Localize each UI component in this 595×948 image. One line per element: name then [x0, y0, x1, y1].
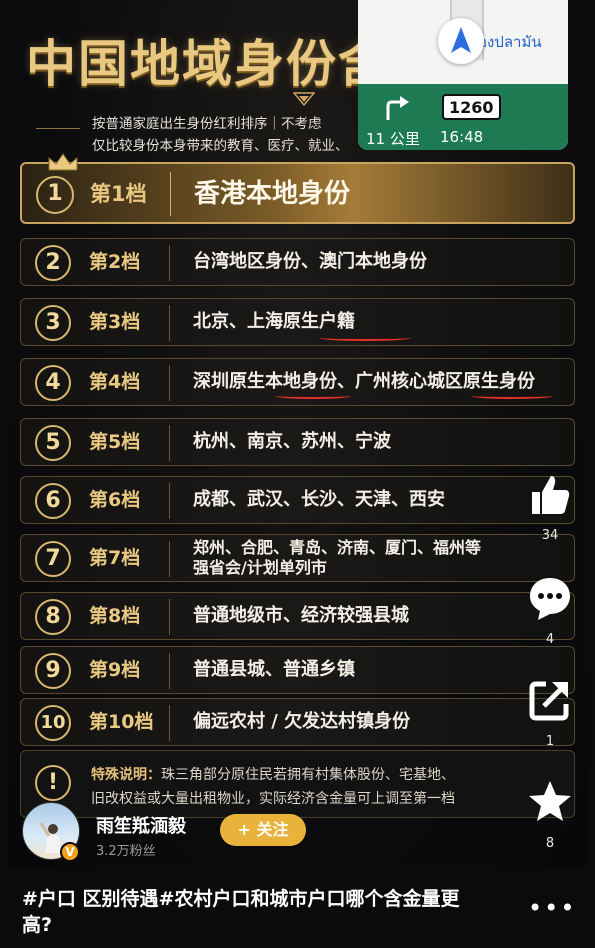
- tier-rank: 第2档: [89, 251, 141, 273]
- tier-number: 9: [35, 653, 71, 689]
- crown-icon: [48, 153, 78, 171]
- red-underline-mark: [275, 393, 351, 399]
- subtitle-divider: [36, 128, 80, 129]
- tier-row-1: 1 第1档 香港本地身份: [20, 153, 575, 224]
- tier-description: 台湾地区身份、澳门本地身份: [193, 251, 427, 272]
- tier-description: 郑州、合肥、青岛、济南、厦门、福州等 强省会/计划单列市: [193, 535, 481, 581]
- notice-label: 特殊说明：: [91, 767, 161, 783]
- notice-text: 特殊说明：珠三角部分原住民若拥有村集体股份、宅基地、 旧改权益或大量出租物业，实…: [91, 763, 571, 811]
- notice-line-1: 珠三角部分原住民若拥有村集体股份、宅基地、: [161, 767, 455, 783]
- verified-badge: V: [60, 842, 80, 862]
- tier-row-3: 3 第3档 北京、上海原生户籍: [20, 298, 575, 346]
- tier-description-line-2: 强省会/计划单列市: [193, 558, 327, 577]
- tier-row-5: 5 第5档 杭州、南京、苏州、宁波: [20, 418, 575, 466]
- tier-row-7: 7 第7档 郑州、合肥、青岛、济南、厦门、福州等 强省会/计划单列市: [20, 534, 575, 582]
- special-notice: ! 特殊说明：珠三角部分原住民若拥有村集体股份、宅基地、 旧改权益或大量出租物业…: [20, 750, 575, 818]
- tier-number: 2: [35, 245, 71, 281]
- tier-number: 7: [35, 541, 71, 577]
- road-number-shield: 1260: [442, 94, 501, 120]
- tier-divider: [169, 705, 170, 741]
- share-button[interactable]: 1: [520, 676, 580, 749]
- author-name[interactable]: 雨笙羝湎毅: [96, 812, 186, 838]
- arrival-time: 16:48: [440, 128, 484, 146]
- tier-rank: 第6档: [89, 489, 141, 511]
- notice-line-2: 旧改权益或大量出租物业，实际经济含金量可上调至第一档: [91, 791, 455, 807]
- post-caption[interactable]: #户口 区别待遇#农村户口和城市户口哪个含金量更高?: [22, 886, 482, 938]
- tier-description: 普通地级市、经济较强县城: [193, 605, 409, 626]
- tier-rank: 第3档: [89, 311, 141, 333]
- tier-description-line-1: 郑州、合肥、青岛、济南、厦门、福州等: [193, 538, 482, 557]
- tier-rank: 第5档: [89, 431, 141, 453]
- tier-row-6: 6 第6档 成都、武汉、长沙、天津、西安: [20, 476, 575, 524]
- tier-divider: [169, 425, 170, 461]
- like-count: 34: [541, 528, 559, 543]
- tier-number: 5: [35, 425, 71, 461]
- poster-title: 中国地域身份含: [26, 35, 390, 93]
- author-bar: V 雨笙羝湎毅 3.2万粉丝 + 关注 #户口 区别待遇#农村户口和城市户口哪个…: [0, 802, 595, 948]
- comment-icon: [530, 578, 570, 620]
- tier-row-2: 2 第2档 台湾地区身份、澳门本地身份: [20, 238, 575, 286]
- tier-row-9: 9 第9档 普通县城、普通乡镇: [20, 646, 575, 694]
- tier-divider: [169, 483, 170, 519]
- tier-divider: [169, 599, 170, 635]
- tier-rank: 第10档: [89, 711, 154, 733]
- tier-number: 1: [36, 176, 74, 214]
- turn-right-icon: [386, 96, 409, 120]
- tier-number: 8: [35, 599, 71, 635]
- tier-row-4: 4 第4档 深圳原生本地身份、广州核心城区原生身份: [20, 358, 575, 406]
- like-button[interactable]: 34: [520, 470, 580, 543]
- tier-rank: 第9档: [89, 659, 141, 681]
- tier-description: 成都、武汉、长沙、天津、西安: [193, 489, 445, 510]
- favorite-count: 8: [545, 836, 555, 851]
- tier-divider: [170, 172, 171, 216]
- tier-number: 3: [35, 305, 71, 341]
- tier-number: 6: [35, 483, 71, 519]
- tier-rank: 第7档: [89, 547, 141, 569]
- tier-row-10: 10 第10档 偏远农村 / 欠发达村镇身份: [20, 698, 575, 746]
- tier-description: 普通县城、普通乡镇: [193, 659, 355, 680]
- share-count: 1: [545, 734, 555, 749]
- share-icon: [529, 681, 569, 721]
- author-fans: 3.2万粉丝: [96, 844, 156, 859]
- subtitle-line-1: 按普通家庭出生身份红利排序｜不考虑: [92, 116, 322, 132]
- tier-description: 杭州、南京、苏州、宁波: [193, 431, 391, 452]
- navigation-panel[interactable]: 1260 11 公里 16:48: [358, 84, 568, 150]
- more-options-icon[interactable]: •••: [528, 894, 576, 922]
- comment-count: 4: [545, 632, 555, 647]
- navigation-overlay[interactable]: องปลามัน 1260 11 公里 16:48: [358, 0, 568, 150]
- distance-text: 11 公里: [366, 130, 420, 148]
- tier-divider: [169, 541, 170, 577]
- comment-button[interactable]: 4: [520, 574, 580, 647]
- tier-divider: [169, 653, 170, 689]
- navigation-arrow-icon: [438, 18, 484, 64]
- tier-rank: 第4档: [89, 371, 141, 393]
- tier-description: 香港本地身份: [194, 179, 351, 209]
- follow-button[interactable]: + 关注: [220, 814, 306, 846]
- tier-row-8: 8 第8档 普通地级市、经济较强县城: [20, 592, 575, 640]
- tier-divider: [169, 305, 170, 341]
- map-place-label: องปลามัน: [478, 33, 542, 51]
- tier-number: 4: [35, 365, 71, 401]
- favorite-button[interactable]: 8: [520, 778, 580, 851]
- tier-divider: [169, 245, 170, 281]
- tier-rank: 第1档: [90, 182, 147, 206]
- tier-divider: [169, 365, 170, 401]
- tier-rank: 第8档: [89, 605, 141, 627]
- tier-description: 偏远农村 / 欠发达村镇身份: [193, 711, 411, 732]
- red-underline-mark: [319, 335, 411, 341]
- ornament-icon: [293, 92, 315, 106]
- tier-number: 10: [35, 705, 71, 741]
- star-icon: [529, 781, 571, 821]
- subtitle-line-2: 仅比较身份本身带来的教育、医疗、就业、: [92, 138, 349, 154]
- exclamation-icon: !: [35, 765, 71, 801]
- red-underline-mark: [471, 393, 553, 399]
- thumbs-up-icon: [532, 476, 570, 514]
